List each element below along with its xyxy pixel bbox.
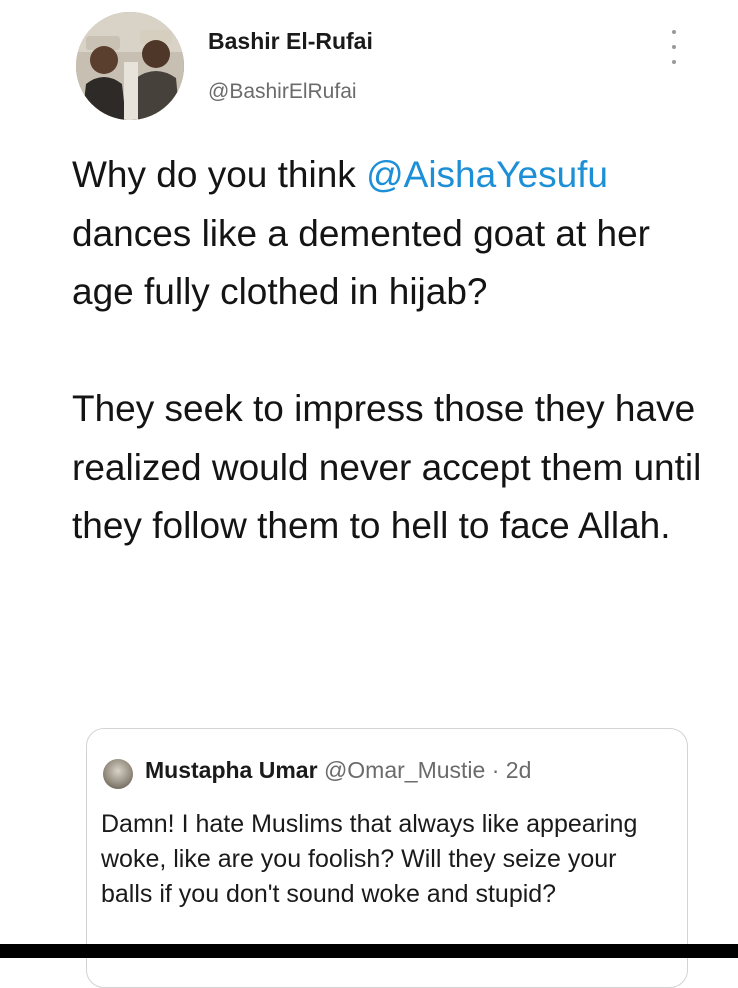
author-name[interactable]: Bashir El-Rufai [208, 28, 373, 55]
quoted-author-avatar[interactable] [103, 759, 133, 789]
quoted-timestamp[interactable]: 2d [506, 757, 532, 783]
quoted-separator: · [485, 757, 506, 783]
mention-link[interactable]: @AishaYesufu [366, 154, 608, 195]
more-vertical-icon[interactable] [664, 30, 684, 64]
quoted-tweet-text: Damn! I hate Muslims that always like ap… [101, 810, 638, 908]
tweet-paragraph-2: They seek to impress those they have rea… [72, 388, 702, 546]
tweet-card: Bashir El-Rufai @BashirElRufai Why do yo… [0, 0, 738, 988]
tweet-text-part: dances like a demented goat at her age f… [72, 212, 650, 313]
tweet-body: Why do you think @AishaYesufu dances lik… [72, 146, 702, 556]
tweet-text-part: Why do you think [72, 154, 367, 195]
author-handle[interactable]: @BashirElRufai [208, 80, 357, 104]
bottom-bar [0, 944, 738, 958]
quoted-author-handle[interactable]: @Omar_Mustie [324, 757, 485, 783]
author-avatar[interactable] [76, 12, 184, 120]
quoted-author-name[interactable]: Mustapha Umar [145, 757, 318, 783]
avatar-photo [76, 12, 184, 120]
tweet-paragraph-1: Why do you think @AishaYesufu dances lik… [72, 146, 702, 322]
quoted-tweet-header: Mustapha Umar @Omar_Mustie · 2d [145, 757, 531, 784]
